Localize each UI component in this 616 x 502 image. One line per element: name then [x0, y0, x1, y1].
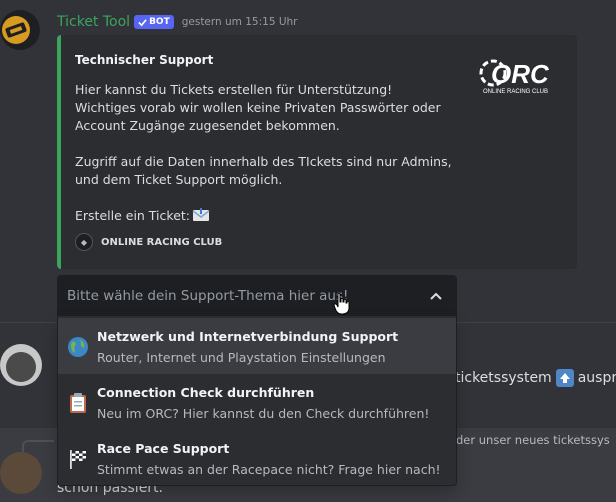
- bot-badge: BOT: [134, 15, 174, 29]
- footer-logo-icon: ◆: [75, 233, 93, 251]
- embed-description: Hier kannst du Tickets erstellen für Unt…: [75, 82, 452, 223]
- timestamp[interactable]: gestern um 15:15 Uhr: [182, 16, 298, 28]
- option-description: Neu im ORC? Hier kannst du den Check dur…: [97, 406, 430, 421]
- footer-text: ONLINE RACING CLUB: [101, 236, 223, 248]
- option-description: Router, Internet und Playstation Einstel…: [97, 350, 386, 365]
- select-menu: Netzwerk und Internetverbindung Support …: [57, 316, 457, 486]
- chevron-up-icon: [430, 292, 442, 300]
- user-avatar[interactable]: [0, 344, 42, 386]
- support-topic-select[interactable]: Bitte wähle dein Support-Thema hier aus!: [57, 275, 457, 317]
- checkered-flag-icon: [70, 450, 86, 469]
- embed-footer: ◆ ONLINE RACING CLUB: [75, 233, 222, 251]
- hand-cursor-icon: [333, 292, 350, 315]
- clipboard-icon: [70, 393, 86, 413]
- orc-logo[interactable]: ORC ONLINE RACING CLUB: [479, 55, 565, 95]
- user-avatar[interactable]: [0, 452, 42, 494]
- background-message-text: ticketssystem auspr: [455, 369, 616, 387]
- option-label: Connection Check durchführen: [97, 385, 315, 400]
- bot-message: Ticket Tool BOT gestern um 15:15 Uhr Tec…: [0, 0, 616, 330]
- message-header: Ticket Tool BOT gestern um 15:15 Uhr: [57, 12, 298, 32]
- check-icon: [138, 18, 147, 26]
- embed-title: Technischer Support: [75, 53, 214, 67]
- up-arrow-icon: [555, 369, 574, 387]
- svg-text:ORC: ORC: [491, 59, 550, 89]
- select-option-network[interactable]: Netzwerk und Internetverbindung Support …: [58, 318, 456, 374]
- select-option-race-pace[interactable]: Race Pace Support Stimmt etwas an der Ra…: [58, 430, 456, 486]
- option-label: Race Pace Support: [97, 441, 230, 456]
- svg-text:ONLINE RACING CLUB: ONLINE RACING CLUB: [483, 89, 548, 95]
- envelope-icon: [192, 208, 210, 222]
- option-description: Stimmt etwas an der Racepace nicht? Frag…: [97, 462, 441, 477]
- select-option-connection-check[interactable]: Connection Check durchführen Neu im ORC?…: [58, 374, 456, 430]
- option-label: Netzwerk und Internetverbindung Support: [97, 329, 399, 344]
- bot-avatar[interactable]: [0, 10, 40, 50]
- reply-preview-text[interactable]: der unser neues ticketssys: [456, 433, 610, 447]
- embed: Technischer Support Hier kannst du Ticke…: [57, 35, 577, 269]
- reply-connector: [22, 440, 54, 452]
- username[interactable]: Ticket Tool: [57, 14, 130, 30]
- select-placeholder: Bitte wähle dein Support-Thema hier aus!: [67, 288, 349, 304]
- globe-icon: [68, 337, 88, 357]
